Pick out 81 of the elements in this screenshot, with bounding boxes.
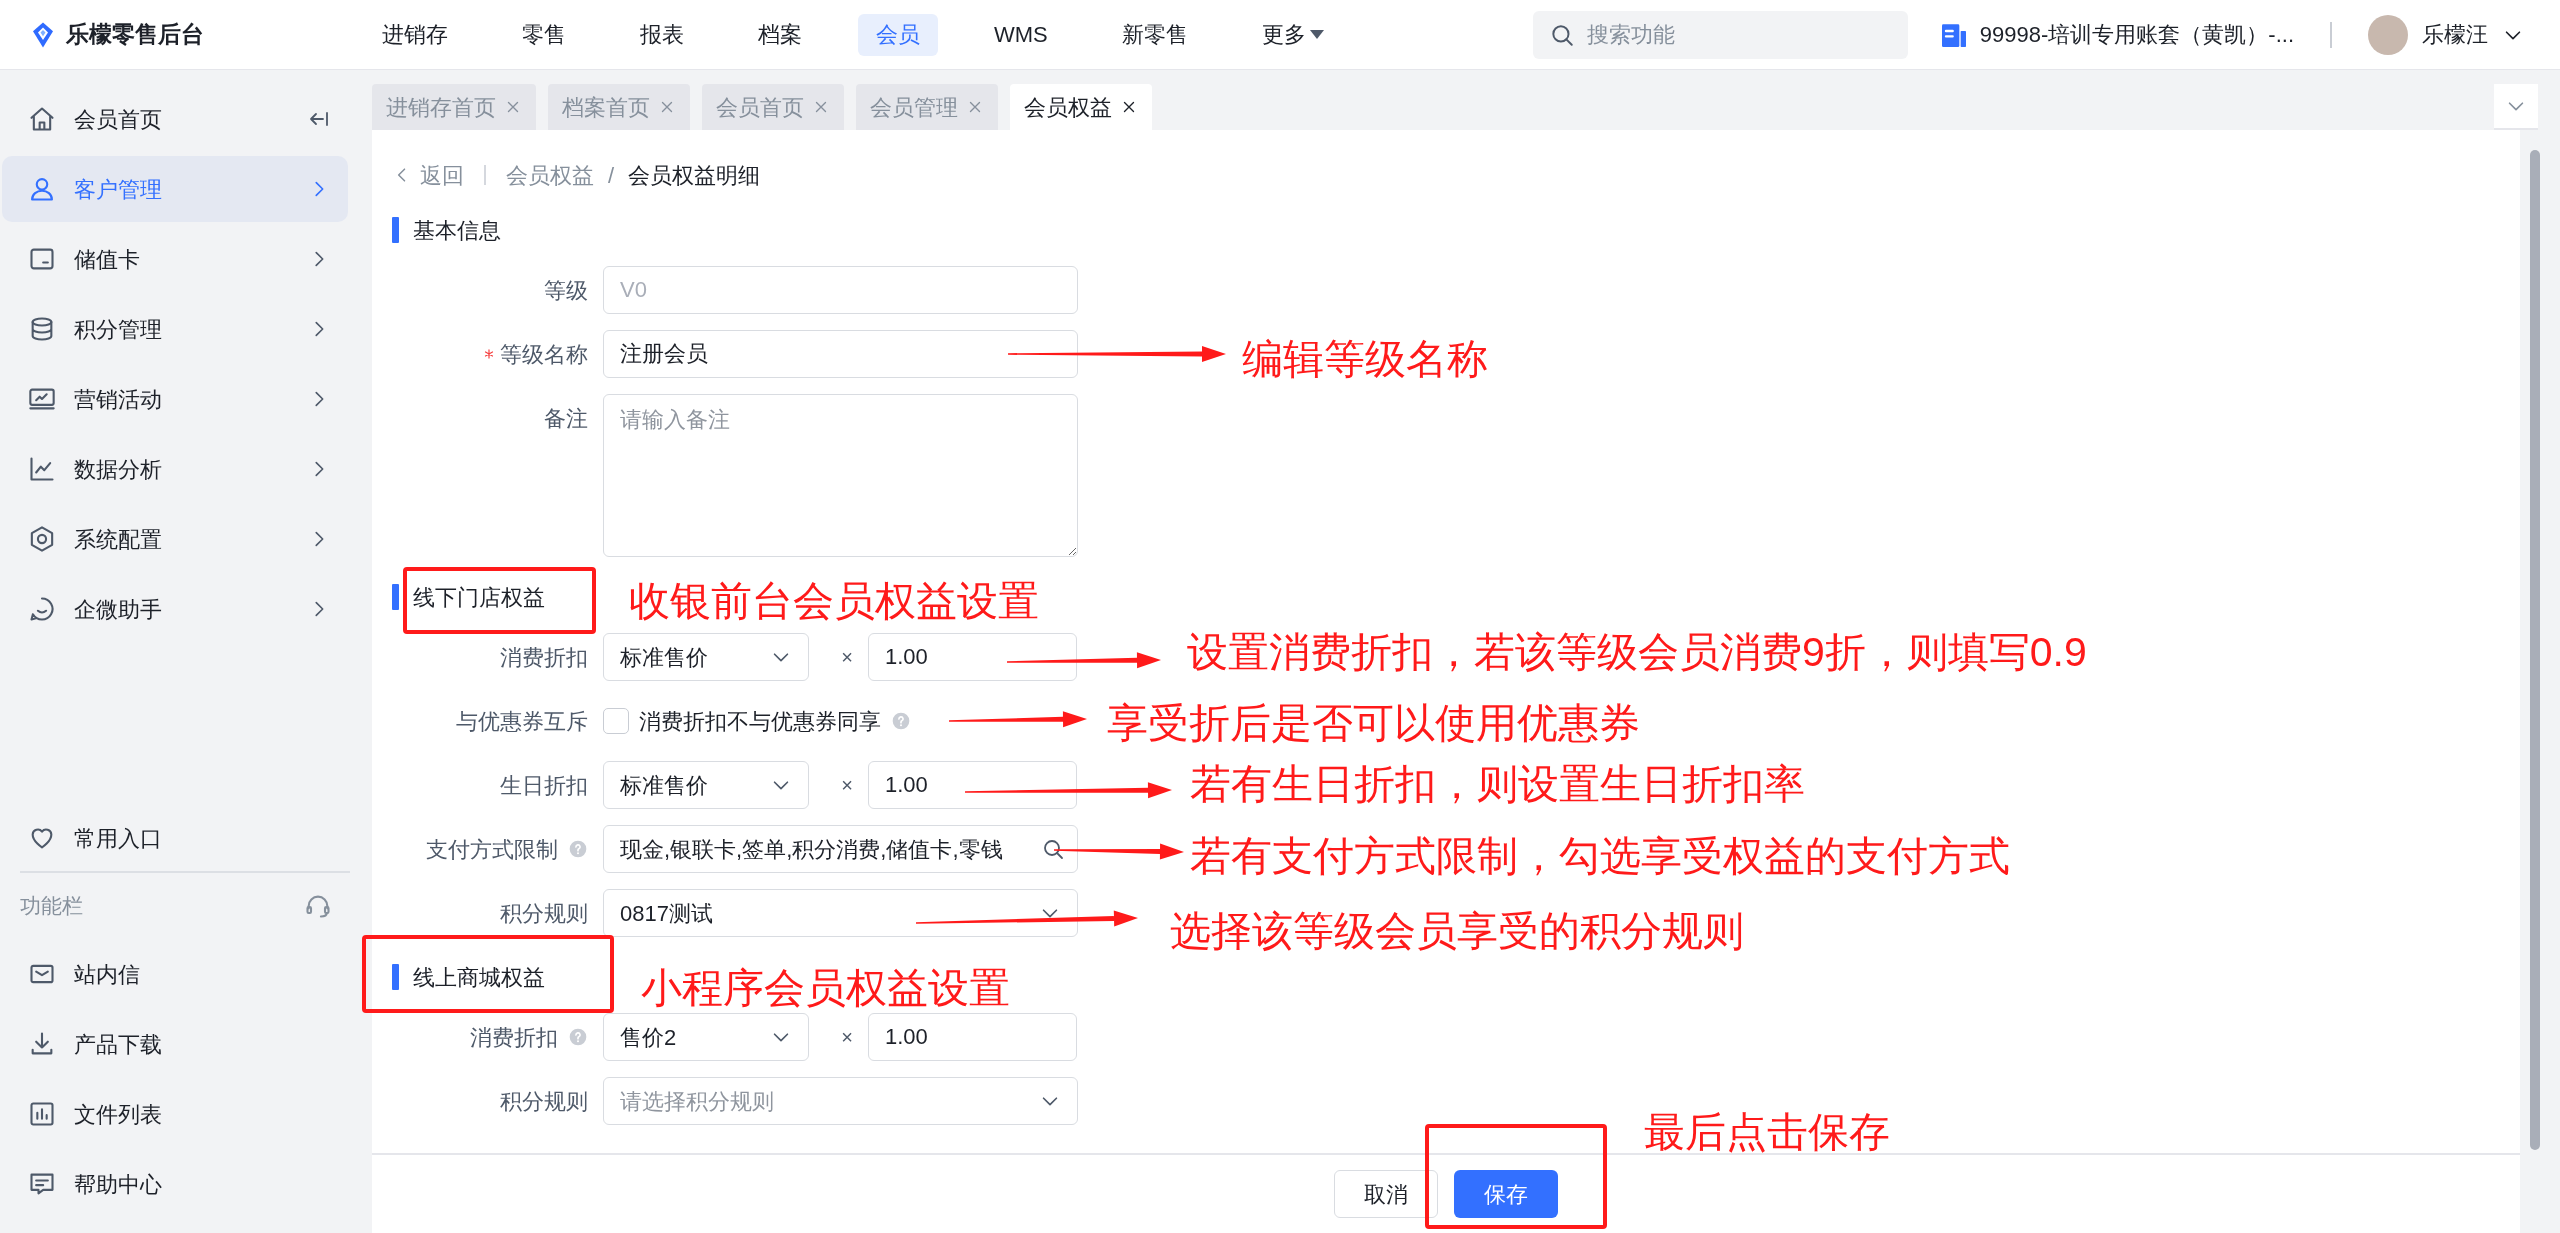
annotation-text: 小程序会员权益设置	[641, 968, 1010, 1009]
annotation-text: 收银前台会员权益设置	[629, 581, 1039, 622]
annotation-text: 最后点击保存	[1644, 1112, 1890, 1153]
nav-tab[interactable]: 进销存	[364, 13, 466, 56]
field-label: 支付方式限制	[426, 835, 558, 864]
checkbox[interactable]	[603, 708, 629, 734]
field-label: 积分规则	[500, 1087, 588, 1116]
sidebar-item[interactable]: 营销活动	[2, 366, 348, 432]
nav-tab[interactable]: 零售	[504, 13, 584, 56]
toolbar-title: 功能栏	[20, 893, 83, 920]
price-type-dropdown[interactable]: 标准售价	[603, 633, 809, 681]
field-label: 等级名称	[500, 340, 588, 369]
section-title: 基本信息	[413, 216, 501, 245]
nav-tab[interactable]: 新零售	[1103, 13, 1206, 56]
chat-bubble-icon	[28, 595, 56, 623]
text-field[interactable]: 注册会员	[603, 330, 1078, 378]
scrollbar[interactable]	[2530, 150, 2540, 1150]
home-icon	[28, 105, 56, 133]
avatar[interactable]	[2368, 14, 2408, 55]
toolbar-item[interactable]: 帮助中心	[2, 1151, 348, 1217]
sidebar-item[interactable]: 数据分析	[2, 436, 348, 502]
line-chart-icon	[28, 455, 56, 483]
section-marker	[392, 584, 399, 610]
field-label: 与优惠券互斥	[456, 707, 588, 736]
payment-methods-field[interactable]: 现金,银联卡,签单,积分消费,储值卡,零钱	[603, 825, 1078, 873]
annotation-text: 若有生日折扣，则设置生日折扣率	[1190, 764, 1805, 805]
nav-tab[interactable]: 报表	[622, 13, 702, 56]
annotation-text: 设置消费折扣，若该等级会员消费9折，则填写0.9	[1187, 632, 2087, 673]
page-tab[interactable]: 会员权益	[1010, 84, 1152, 130]
toolbar-item[interactable]: 产品下载	[2, 1011, 348, 1077]
bar-chart-icon	[28, 1100, 56, 1128]
price-type-dropdown[interactable]: 标准售价	[603, 761, 809, 809]
section-title: 线下门店权益	[413, 583, 545, 612]
nav-tab[interactable]: WMS	[976, 13, 1066, 56]
field-label: 等级	[544, 276, 588, 305]
save-button[interactable]: 保存	[1454, 1170, 1558, 1218]
nav-tab[interactable]: 更多	[1243, 13, 1342, 56]
annotation-text: 若有支付方式限制，勾选享受权益的支付方式	[1190, 836, 2010, 877]
sidebar-item[interactable]: 企微助手	[2, 576, 348, 642]
factor-field[interactable]: 1.00	[868, 761, 1077, 809]
field-label: 备注	[544, 404, 588, 433]
section-marker	[392, 217, 399, 243]
remarks-field[interactable]: 请输入备注	[603, 394, 1078, 557]
nav-tab[interactable]: 会员	[858, 13, 938, 56]
hexagon-settings-icon	[28, 525, 56, 553]
field-label: 消费折扣	[500, 643, 588, 672]
breadcrumb-separator: /	[608, 161, 615, 190]
annotation-text: 享受折后是否可以使用优惠券	[1107, 703, 1640, 744]
sidebar-item[interactable]: 积分管理	[2, 296, 348, 362]
app-title: 乐檬零售后台	[66, 20, 204, 50]
sidebar-item[interactable]: 储值卡	[2, 226, 348, 292]
multiply-sign: ×	[840, 645, 854, 670]
annotation-text: 选择该等级会员享受的积分规则	[1170, 911, 1744, 952]
multiply-sign: ×	[840, 773, 854, 798]
factor-field[interactable]: 1.00	[868, 1013, 1077, 1061]
shortcut-item[interactable]: 常用入口	[2, 805, 348, 871]
user-name[interactable]: 乐檬汪	[2422, 18, 2488, 51]
help-icon	[891, 711, 911, 731]
field-label: 消费折扣	[470, 1023, 558, 1052]
field-label: 积分规则	[500, 899, 588, 928]
factor-field[interactable]: 1.00	[868, 633, 1077, 681]
search-field[interactable]: 搜索功能	[1532, 10, 1908, 59]
field-label: 生日折扣	[500, 771, 588, 800]
user-icon	[28, 175, 56, 203]
section-title: 线上商城权益	[413, 963, 545, 992]
annotation-text: 编辑等级名称	[1242, 339, 1488, 380]
checkbox-label: 消费折扣不与优惠券同享	[639, 707, 881, 736]
cancel-button[interactable]: 取消	[1334, 1170, 1438, 1218]
nav-tab[interactable]: 档案	[740, 13, 820, 56]
section-marker	[392, 964, 399, 990]
toolbar-item[interactable]: 站内信	[2, 941, 348, 1007]
search-icon	[1041, 837, 1065, 861]
toolbar-item[interactable]: 文件列表	[2, 1081, 348, 1147]
multiply-sign: ×	[840, 1025, 854, 1050]
sidebar-item[interactable]: 系统配置	[2, 506, 348, 572]
price-type-dropdown[interactable]: 售价2	[603, 1013, 809, 1061]
breadcrumb-current: 会员权益明细	[628, 161, 761, 190]
tabs-menu-button[interactable]	[2494, 84, 2538, 130]
sidebar-item[interactable]: 会员首页	[2, 86, 348, 152]
account-name[interactable]: 99998-培训专用账套（黄凯）-...	[1979, 18, 2294, 51]
points-rule-dropdown[interactable]: 0817测试	[603, 889, 1078, 937]
